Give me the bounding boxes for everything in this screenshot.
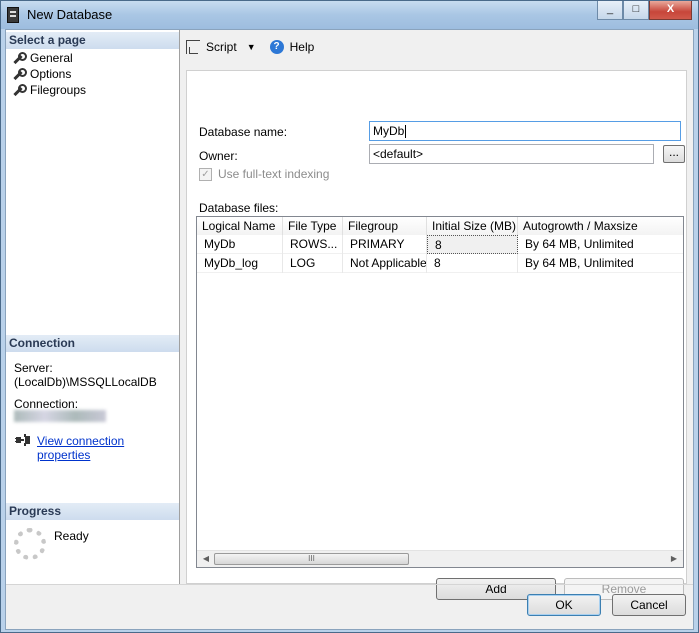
cell-autogrowth[interactable]: By 64 MB, Unlimited	[518, 235, 683, 254]
progress-spinner-icon	[14, 528, 46, 560]
page-item-options[interactable]: Options	[12, 66, 71, 82]
grid-header: Logical Name File Type Filegroup Initial…	[197, 217, 683, 235]
scroll-thumb-grip: III	[308, 554, 315, 563]
table-row[interactable]: MyDb ROWS... PRIMARY 8 By 64 MB, Unlimit…	[197, 235, 683, 254]
server-value: (LocalDb)\MSSQLLocalDB	[14, 375, 157, 389]
ok-button[interactable]: OK	[527, 594, 601, 616]
window-title: New Database	[27, 7, 113, 22]
fulltext-checkbox[interactable]: ✓	[199, 167, 212, 181]
database-name-value: MyDb	[373, 124, 405, 138]
title-bar[interactable]: New Database _ □ X	[1, 1, 698, 29]
page-item-general[interactable]: General	[12, 50, 73, 66]
text-caret	[405, 125, 407, 139]
cell-logical-name[interactable]: MyDb	[197, 235, 283, 254]
progress-status: Ready	[54, 529, 89, 543]
new-database-window: New Database _ □ X Select a page General…	[0, 0, 699, 633]
wrench-icon	[12, 68, 27, 80]
database-files-grid: Logical Name File Type Filegroup Initial…	[196, 216, 684, 568]
scroll-right-arrow-icon[interactable]: ▶	[667, 553, 681, 565]
fulltext-label: Use full-text indexing	[218, 167, 330, 181]
wrench-icon	[12, 52, 27, 64]
scroll-thumb[interactable]: III	[214, 553, 409, 565]
cell-autogrowth[interactable]: By 64 MB, Unlimited	[518, 254, 683, 273]
cell-file-type[interactable]: LOG	[283, 254, 343, 273]
redacted-connection-value	[14, 410, 106, 422]
column-header-initial-size[interactable]: Initial Size (MB)	[427, 217, 518, 235]
column-header-autogrowth[interactable]: Autogrowth / Maxsize	[518, 217, 683, 235]
toolbar: Script ▼ ? Help	[186, 38, 320, 56]
cell-logical-name[interactable]: MyDb_log	[197, 254, 283, 273]
page-item-label: Options	[30, 67, 72, 81]
app-icon	[7, 7, 19, 23]
server-label: Server:	[14, 361, 53, 375]
horizontal-scrollbar[interactable]: ◀ III ▶	[197, 550, 683, 567]
page-item-filegroups[interactable]: Filegroups	[12, 82, 86, 98]
connection-header: Connection	[6, 335, 179, 352]
database-name-input[interactable]: MyDb	[369, 121, 681, 141]
view-connection-properties-link[interactable]: View connection properties	[37, 434, 179, 462]
dialog-client-area: Select a page General Options Filegroups…	[5, 29, 694, 630]
general-page-content: Database name: MyDb Owner: <default> ...…	[186, 70, 687, 600]
left-pane: Select a page General Options Filegroups…	[6, 30, 180, 584]
cell-file-type[interactable]: ROWS...	[283, 235, 343, 254]
cell-initial-size[interactable]: 8	[427, 254, 518, 273]
help-label: Help	[289, 40, 315, 54]
script-button[interactable]: Script ▼	[186, 40, 264, 54]
script-label: Script	[206, 40, 237, 54]
owner-label: Owner:	[199, 149, 238, 163]
table-row[interactable]: MyDb_log LOG Not Applicable 8 By 64 MB, …	[197, 254, 683, 273]
browse-owner-button[interactable]: ...	[663, 145, 685, 163]
column-header-file-type[interactable]: File Type	[283, 217, 343, 235]
scroll-left-arrow-icon[interactable]: ◀	[199, 553, 213, 565]
page-item-label: General	[30, 51, 73, 65]
wrench-icon	[12, 84, 27, 96]
database-name-label: Database name:	[199, 125, 288, 139]
page-item-label: Filegroups	[30, 83, 87, 97]
select-page-header: Select a page	[6, 32, 179, 49]
maximize-button[interactable]: □	[623, 1, 649, 20]
footer-separator	[6, 584, 693, 585]
connection-plug-icon	[15, 434, 30, 446]
cancel-button[interactable]: Cancel	[612, 594, 686, 616]
caption-buttons: _ □ X	[597, 1, 692, 20]
close-button[interactable]: X	[649, 1, 692, 20]
cell-filegroup[interactable]: Not Applicable	[343, 254, 427, 273]
help-button[interactable]: ? Help	[269, 40, 315, 54]
column-header-logical-name[interactable]: Logical Name	[197, 217, 283, 235]
dropdown-arrow-icon[interactable]: ▼	[247, 42, 256, 52]
database-files-label: Database files:	[199, 201, 279, 215]
connection-label: Connection:	[14, 397, 79, 411]
help-icon: ?	[269, 40, 284, 54]
cell-filegroup[interactable]: PRIMARY	[343, 235, 427, 254]
cell-initial-size[interactable]: 8	[427, 235, 518, 254]
script-icon	[186, 40, 200, 54]
column-header-filegroup[interactable]: Filegroup	[343, 217, 427, 235]
owner-input[interactable]: <default>	[369, 144, 654, 164]
progress-header: Progress	[6, 503, 179, 520]
minimize-button[interactable]: _	[597, 1, 623, 20]
fulltext-indexing-option: ✓ Use full-text indexing	[199, 167, 329, 181]
